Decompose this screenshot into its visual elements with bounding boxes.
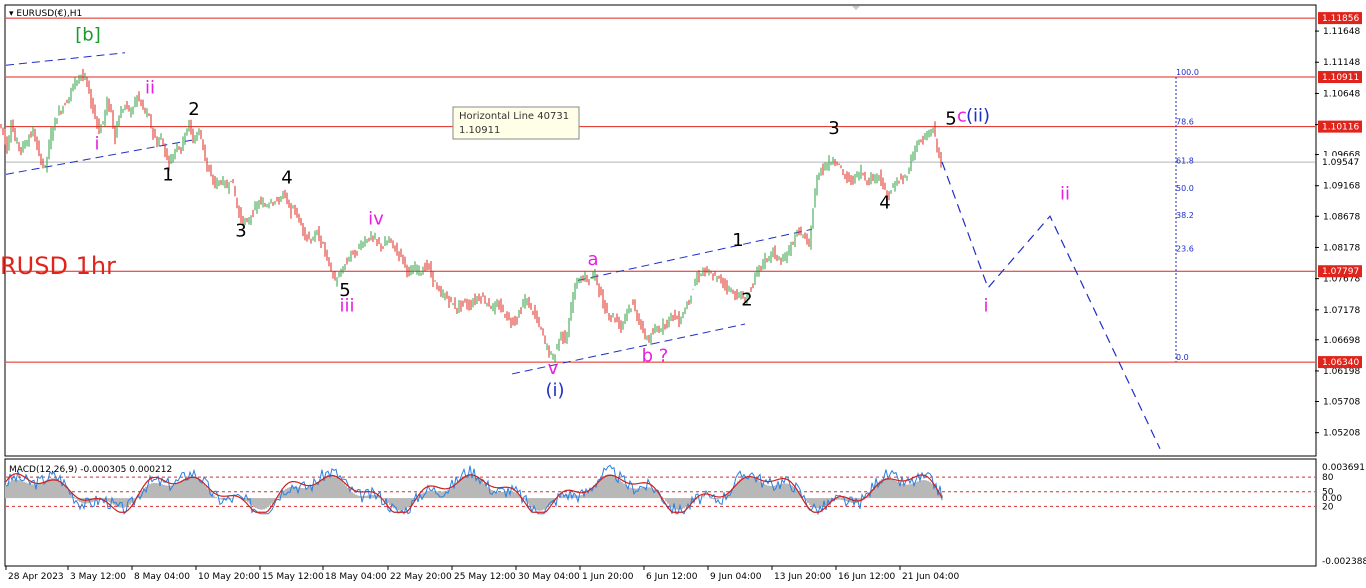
time-tick-label: 9 Jun 04:00 xyxy=(710,572,762,582)
macd-tick-label: 80 xyxy=(1322,473,1334,483)
time-tick-label: 1 Jun 20:00 xyxy=(582,572,634,582)
price-tick-label: 1.06698 xyxy=(1323,336,1360,346)
hline-price-tag-label: 1.10116 xyxy=(1322,123,1359,133)
time-axis: 28 Apr 2023 3 May 12:00 8 May 04:00 10 May … xyxy=(5,566,959,582)
wave-label: 3 xyxy=(235,221,246,242)
price-tick-label: 1.11148 xyxy=(1323,58,1360,68)
wave-label: a xyxy=(587,249,598,270)
time-tick-label: 13 Jun 20:00 xyxy=(774,572,831,582)
macd-title: MACD(12,26,9) -0.000305 0.000212 xyxy=(9,465,172,475)
wave-label: 3 xyxy=(828,118,839,139)
price-tick-label: 1.07178 xyxy=(1323,306,1360,316)
wave-label: 4 xyxy=(281,168,292,189)
macd-tick-label: 0.003691 xyxy=(1322,463,1365,473)
hline-price-tag-label: 1.11856 xyxy=(1322,14,1359,24)
wave-label: 4 xyxy=(879,193,890,214)
watermark-text: RUSD 1hr xyxy=(0,252,116,280)
macd-tick-label: 20 xyxy=(1322,502,1334,512)
hline-price-tag-label: 1.10911 xyxy=(1322,73,1359,83)
fib-level-label: 23.6 xyxy=(1176,245,1194,254)
wave-label: 1 xyxy=(732,230,743,251)
wave-label: i xyxy=(94,133,99,154)
price-axis: 1.116481.111481.106481.101481.096681.091… xyxy=(1315,12,1362,439)
time-tick-label: 15 May 12:00 xyxy=(262,572,324,582)
fib-level-label: 50.0 xyxy=(1176,184,1194,193)
wave-label: 2 xyxy=(188,99,199,120)
macd-panel-frame xyxy=(4,458,1317,567)
time-tick-label: 6 Jun 12:00 xyxy=(646,572,698,582)
time-tick-label: 10 May 20:00 xyxy=(198,572,260,582)
main-chart-frame xyxy=(4,4,1317,457)
price-tick-label: 1.05208 xyxy=(1323,429,1360,439)
fib-level-label: 78.6 xyxy=(1176,118,1194,127)
price-tick-label: 1.08178 xyxy=(1323,243,1360,253)
wave-label: i xyxy=(983,296,988,317)
symbol-label-text: EURUSD(€),H1 xyxy=(16,9,82,19)
price-tick-label: 1.11648 xyxy=(1323,27,1360,37)
time-tick-label: 8 May 04:00 xyxy=(134,572,190,582)
time-tick-label: 28 Apr 2023 xyxy=(8,572,64,582)
time-tick-label: 30 May 04:00 xyxy=(518,572,580,582)
wave-label: ii xyxy=(1060,183,1070,204)
current-price-tag-label: 1.09547 xyxy=(1322,158,1359,168)
price-tick-label: 1.08678 xyxy=(1323,212,1360,222)
fib-level-label: 100.0 xyxy=(1176,68,1199,77)
time-tick-label: 21 Jun 04:00 xyxy=(902,572,959,582)
wave-label: (i) xyxy=(545,380,564,401)
price-tick-label: 1.05708 xyxy=(1323,397,1360,407)
wave-label: 2 xyxy=(741,289,752,310)
tooltip-line1: Horizontal Line 40731 xyxy=(459,111,569,122)
time-tick-label: 3 May 12:00 xyxy=(70,572,126,582)
hline-price-tag-label: 1.06340 xyxy=(1322,358,1359,368)
price-tick-label: 1.09168 xyxy=(1323,182,1360,192)
wave-label: (ii) xyxy=(966,105,990,126)
tooltip-line2: 1.10911 xyxy=(459,125,500,136)
time-tick-label: 16 Jun 12:00 xyxy=(838,572,895,582)
wave-label: ii xyxy=(145,77,155,98)
wave-label: [b] xyxy=(75,24,100,45)
time-tick-label: 25 May 12:00 xyxy=(454,572,516,582)
macd-tick-label: -0.002388 xyxy=(1322,557,1366,567)
wave-label: iv xyxy=(368,208,384,229)
time-tick-label: 18 May 04:00 xyxy=(325,572,387,582)
wave-label: iii xyxy=(339,296,354,317)
chart-canvas: RUSD 1hr 100.0 78.6 61.8 50.0 38.2 23.6 0.0 [b]… xyxy=(0,4,1366,582)
price-tick-label: 1.06198 xyxy=(1323,367,1360,377)
tooltip: Horizontal Line 40731 1.10911 xyxy=(452,106,580,140)
price-tick-label: 1.10648 xyxy=(1323,89,1360,99)
time-tick-label: 22 May 20:00 xyxy=(390,572,452,582)
wave-label: b ? xyxy=(642,345,669,366)
fib-level-label: 61.8 xyxy=(1176,157,1194,166)
fib-level-label: 38.2 xyxy=(1176,211,1194,220)
fib-level-label: 0.0 xyxy=(1176,353,1189,362)
symbol-label: ▾ EURUSD(€),H1 xyxy=(9,9,82,19)
hline-price-tag-label: 1.07797 xyxy=(1322,267,1359,277)
wave-label: v xyxy=(548,358,559,379)
wave-label: 5 xyxy=(945,108,956,129)
wave-label: 1 xyxy=(162,165,173,186)
